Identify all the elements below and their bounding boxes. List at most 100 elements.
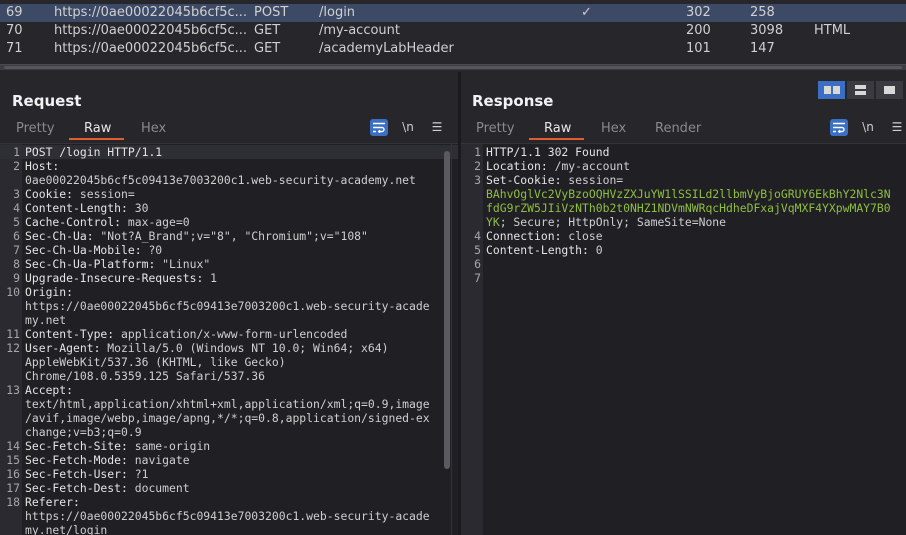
code-line: 6 Sec-Ch-Ua: "Not?A_Brand";v="8", "Chromi…: [0, 229, 458, 243]
header-name: Sec-Fetch-Mode:: [25, 453, 128, 467]
history-row[interactable]: 70 https://0ae00022045b6cf5c... GET/my-acc…: [0, 22, 906, 40]
line-number: 6: [474, 257, 481, 271]
line-number: 1: [474, 145, 481, 159]
line-content: Sec-Fetch-Site: same-origin: [25, 439, 210, 453]
history-row[interactable]: 69 https://0ae00022045b6cf5c... POST/login…: [0, 4, 906, 22]
header-value: https://0ae00022045b6cf5c09413e7003200c1…: [25, 509, 430, 523]
code-line: 14 Sec-Fetch-Site: same-origin: [0, 439, 458, 453]
header-name: Origin:: [25, 285, 74, 299]
response-tab-raw[interactable]: Raw: [544, 120, 571, 138]
row-length: 147: [750, 41, 775, 56]
row-host: https://0ae00022045b6cf5c...: [54, 41, 248, 56]
line-number: 13: [6, 383, 20, 397]
line-number: 4: [13, 201, 20, 215]
side-by-side-layout-icon[interactable]: [818, 81, 845, 99]
menu-icon[interactable]: ☰: [888, 119, 906, 136]
show-newlines-icon[interactable]: \n: [859, 119, 877, 136]
line-content: POST /login HTTP/1.1: [25, 145, 162, 159]
http-history-table: 69 https://0ae00022045b6cf5c... POST/login…: [0, 0, 906, 70]
line-number: 6: [13, 229, 20, 243]
response-editor[interactable]: 1 HTTP/1.1 302 Found 2 Location: /my-accoun…: [461, 143, 906, 535]
request-tab-hex[interactable]: Hex: [141, 120, 166, 138]
response-tab-pretty[interactable]: Pretty: [476, 120, 515, 138]
line-content: Chrome/108.0.5359.125 Safari/537.36: [25, 369, 265, 383]
history-horizontal-scrollbar[interactable]: [0, 64, 906, 70]
code-line: https://0ae00022045b6cf5c09413e7003200c1…: [0, 299, 458, 313]
top-bottom-layout-icon[interactable]: [847, 81, 874, 99]
response-tab-hex[interactable]: Hex: [601, 120, 626, 138]
history-row[interactable]: 71 https://0ae00022045b6cf5c... GET/academ…: [0, 40, 906, 58]
header-value: document: [127, 481, 190, 495]
header-value: "Not?A_Brand";v="8", "Chromium";v="108": [93, 229, 368, 243]
header-name: HTTP/1.1 302 Found: [486, 145, 610, 159]
row-number: 71: [6, 41, 23, 56]
line-number: 12: [6, 341, 20, 355]
line-content: Accept:: [25, 383, 73, 397]
code-line: 2 Host:: [0, 159, 458, 173]
line-content: Set-Cookie: session=: [486, 173, 623, 187]
header-name: Connection:: [486, 229, 562, 243]
line-number: 8: [13, 257, 20, 271]
header-value: Chrome/108.0.5359.125 Safari/537.36: [25, 369, 266, 383]
line-content: Sec-Ch-Ua-Platform: "Linux": [25, 257, 210, 271]
line-number: 2: [474, 159, 481, 173]
line-content: my.net/login: [25, 523, 107, 535]
line-content: BAhvOglVc2VyBzoOQHVzZXJuYW1lSSILd2llbmVy…: [486, 187, 891, 201]
line-number: 7: [13, 243, 20, 257]
header-value: https://0ae00022045b6cf5c09413e7003200c1…: [25, 299, 430, 313]
header-name: Location:: [486, 159, 548, 173]
header-name: Sec-Ch-Ua:: [25, 229, 94, 243]
header-name: User-Agent:: [25, 341, 101, 355]
request-vertical-scrollbar[interactable]: [444, 151, 450, 469]
line-content: HTTP/1.1 302 Found: [486, 145, 609, 159]
line-number: 7: [474, 271, 481, 285]
row-host: https://0ae00022045b6cf5c...: [54, 5, 248, 20]
line-content: fdG9rZW5JIiVzNTh0b2t0NHZ1NDVmNWRqcHdheDF…: [486, 201, 891, 215]
cookie-value: YK: [486, 215, 500, 229]
scroll-track: [451, 144, 452, 535]
row-status: 302: [686, 5, 711, 20]
code-line: fdG9rZW5JIiVzNTh0b2t0NHZ1NDVmNWRqcHdheDF…: [461, 201, 906, 215]
code-line: AppleWebKit/537.36 (KHTML, like Gecko): [0, 355, 458, 369]
code-line: 11 Content-Type: application/x-www-form-u…: [0, 327, 458, 341]
row-method: GET: [254, 23, 281, 38]
header-value: /my-account: [547, 159, 631, 173]
code-line: my.net/login: [0, 523, 458, 535]
request-tab-pretty[interactable]: Pretty: [16, 120, 55, 138]
request-tab-raw[interactable]: Raw: [84, 120, 111, 138]
line-number: 3: [13, 187, 20, 201]
show-newlines-icon[interactable]: \n: [399, 119, 417, 136]
line-content: Sec-Ch-Ua-Mobile: ?0: [25, 243, 162, 257]
header-name: Content-Length:: [486, 243, 589, 257]
header-name: Referer:: [25, 495, 80, 509]
header-value: max-age=0: [121, 215, 190, 229]
wrap-lines-icon[interactable]: [370, 119, 388, 136]
line-content: Content-Length: 30: [25, 201, 148, 215]
header-name: Sec-Fetch-User:: [25, 467, 128, 481]
code-line: 15 Sec-Fetch-Mode: navigate: [0, 453, 458, 467]
row-url: /academyLabHeader: [319, 41, 454, 56]
response-tab-render[interactable]: Render: [655, 120, 701, 138]
line-content: User-Agent: Mozilla/5.0 (Windows NT 10.0…: [25, 341, 388, 355]
single-pane-layout-icon[interactable]: [876, 81, 903, 99]
line-number: 11: [6, 327, 20, 341]
header-value: 0ae00022045b6cf5c09413e7003200c1.web-sec…: [25, 173, 416, 187]
line-content: 0ae00022045b6cf5c09413e7003200c1.web-sec…: [25, 173, 416, 187]
line-number: 5: [13, 215, 20, 229]
code-line: 8 Sec-Ch-Ua-Platform: "Linux": [0, 257, 458, 271]
header-name: POST /login HTTP/1.1: [25, 145, 163, 159]
request-title: Request: [12, 92, 82, 110]
request-editor[interactable]: 1 POST /login HTTP/1.1 2 Host: 0ae00022045b6…: [0, 143, 458, 535]
header-value: my.net: [25, 313, 67, 327]
code-line: /avif,image/webp,image/apng,*/*;q=0.8,ap…: [0, 411, 458, 425]
header-value: session=: [561, 173, 624, 187]
wrap-lines-icon[interactable]: [830, 119, 848, 136]
line-content: Host:: [25, 159, 59, 173]
line-content: Content-Type: application/x-www-form-url…: [25, 327, 347, 341]
scrollbar-thumb[interactable]: [4, 66, 902, 69]
code-line: 16 Sec-Fetch-User: ?1: [0, 467, 458, 481]
code-line: YK; Secure; HttpOnly; SameSite=None: [461, 215, 906, 229]
header-value: 1: [203, 271, 218, 285]
header-value: navigate: [127, 453, 190, 467]
menu-icon[interactable]: ☰: [428, 119, 446, 136]
